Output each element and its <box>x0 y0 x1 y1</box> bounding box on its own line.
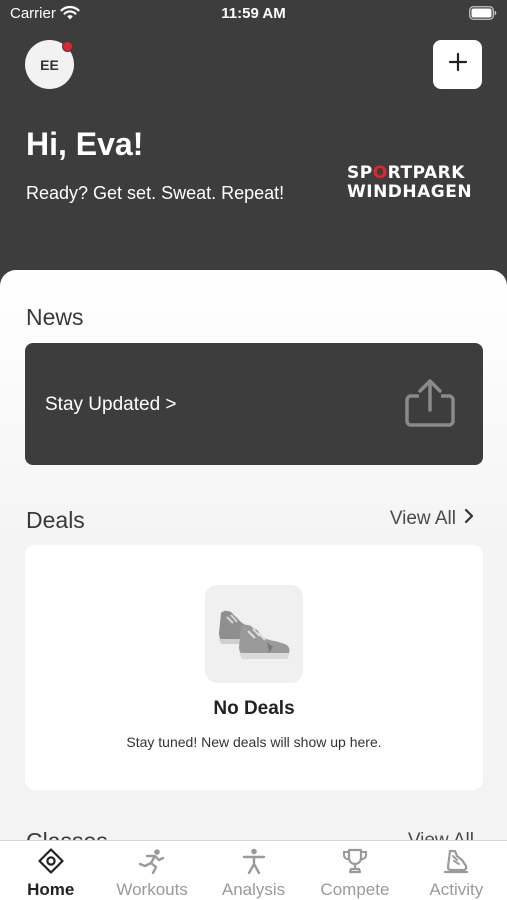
tab-compete[interactable]: Compete <box>304 841 405 900</box>
news-card-label: Stay Updated > <box>45 394 177 415</box>
add-button[interactable] <box>433 40 482 89</box>
content-sheet: News Stay Updated > Deals View All No De… <box>0 270 507 840</box>
status-bar: Carrier 11:59 AM <box>0 0 507 28</box>
analysis-icon <box>242 847 266 875</box>
sneakers-icon <box>205 585 303 683</box>
deals-view-all-link[interactable]: View All <box>390 508 474 530</box>
battery-icon <box>469 6 497 24</box>
greeting-tagline: Ready? Get set. Sweat. Repeat! <box>26 183 285 203</box>
home-icon <box>38 847 64 875</box>
tab-activity[interactable]: Activity <box>406 841 507 900</box>
tab-compete-label: Compete <box>320 880 390 899</box>
brand-logo-line2: WINDHAGEN <box>347 182 473 202</box>
news-card[interactable]: Stay Updated > <box>25 343 483 465</box>
no-deals-title: No Deals <box>213 698 295 719</box>
plus-icon <box>448 52 468 77</box>
greeting-heading: Hi, Eva! <box>26 126 144 162</box>
tab-home-label: Home <box>27 880 75 899</box>
chevron-right-icon <box>464 508 474 530</box>
classes-view-all-link[interactable]: View All <box>408 830 474 840</box>
avatar-initials: EE <box>40 56 59 73</box>
activity-icon <box>442 847 470 875</box>
profile-avatar[interactable]: EE <box>25 40 74 89</box>
tab-activity-label: Activity <box>429 880 484 899</box>
deals-section-title: Deals <box>26 507 85 533</box>
tab-bar: Home Workouts Analysis Compete Activity <box>0 840 507 900</box>
tab-analysis-label: Analysis <box>221 880 286 899</box>
brand-logo: SPORTPARK WINDHAGEN <box>347 164 472 202</box>
tab-workouts[interactable]: Workouts <box>101 841 202 900</box>
deals-view-all-label: View All <box>389 508 456 529</box>
tab-home[interactable]: Home <box>0 841 101 900</box>
share-icon <box>403 377 457 434</box>
tab-workouts-label: Workouts <box>116 880 188 899</box>
tab-analysis[interactable]: Analysis <box>203 841 304 900</box>
workouts-icon <box>138 847 166 875</box>
notification-dot <box>62 41 73 52</box>
trophy-icon <box>341 847 369 875</box>
news-section-title: News <box>26 304 84 330</box>
classes-section-title: Classes <box>26 828 108 840</box>
header: Carrier 11:59 AM EE Hi, Eva! Ready? Get … <box>0 0 507 300</box>
brand-logo-line1: SPORTPARK <box>347 163 465 183</box>
no-deals-message: Stay tuned! New deals will show up here. <box>126 734 382 750</box>
deals-empty-card: No Deals Stay tuned! New deals will show… <box>25 545 483 790</box>
status-time: 11:59 AM <box>221 5 286 22</box>
